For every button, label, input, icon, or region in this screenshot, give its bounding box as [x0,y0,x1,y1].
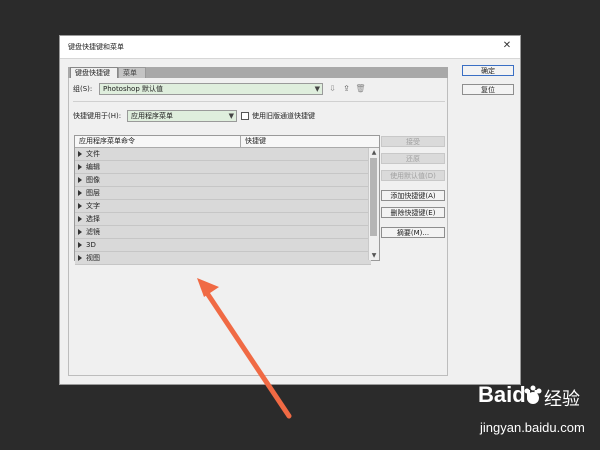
arrow-head [197,278,219,297]
arrow-shaft [200,284,292,419]
watermark-url: jingyan.baidu.com [480,420,585,435]
jingyan-chinese: 经验 [544,389,580,410]
baidu-watermark: Baidu 经验 jingyan.baidu.com [478,382,588,444]
paw-icon [524,385,542,404]
